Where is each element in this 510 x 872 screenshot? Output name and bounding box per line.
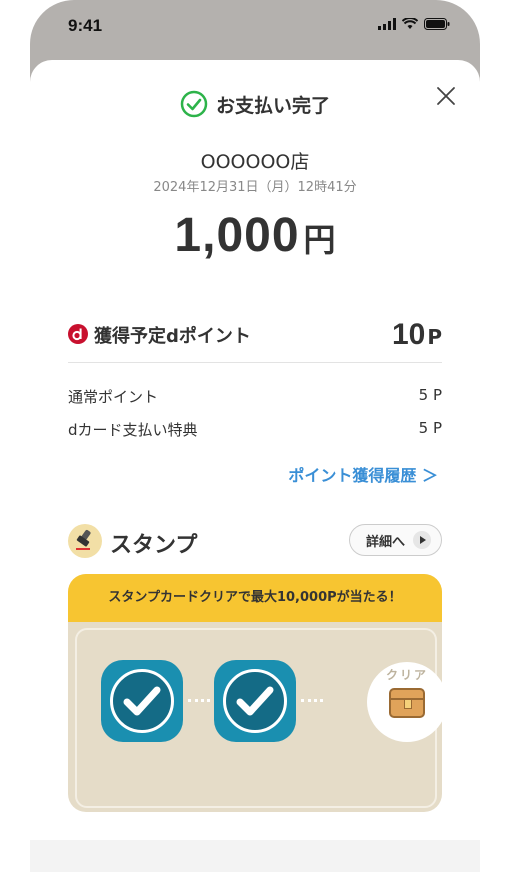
- points-header: 獲得予定dポイント 10 P: [68, 318, 442, 363]
- points-row-value: 5 P: [418, 419, 442, 437]
- stamp-detail-label: 詳細へ: [365, 534, 405, 550]
- payment-amount: 1,000 円: [30, 208, 480, 263]
- title-row: お支払い完了: [30, 90, 480, 118]
- payment-datetime: 2024年12月31日（月）12時41分: [153, 180, 357, 195]
- battery-icon: [424, 18, 450, 30]
- points-row-label: 通常ポイント: [68, 388, 159, 406]
- close-icon[interactable]: [434, 84, 458, 108]
- amount-value: 1,000: [174, 209, 300, 262]
- status-time: 9:41: [68, 16, 103, 35]
- status-icons: [378, 18, 450, 30]
- clear-label: クリア: [385, 668, 428, 682]
- d-point-logo-icon: [68, 324, 88, 344]
- treasure-chest-icon: [389, 688, 425, 718]
- stamp-header: スタンプ 詳細へ: [68, 524, 442, 560]
- stamp-collected-2: [214, 660, 296, 742]
- stamp-clear-reward: クリア: [367, 662, 442, 742]
- points-history-link[interactable]: ポイント獲得履歴 ＞: [288, 462, 438, 486]
- stamp-card: スタンプカードクリアで最大10,000Pが当たる！ クリア: [68, 574, 442, 812]
- points-total-value: 10: [391, 318, 426, 351]
- points-row-value: 5 P: [418, 386, 442, 404]
- points-total: 10 P: [392, 318, 442, 352]
- check-circle-icon: [180, 90, 208, 118]
- stamp-title: スタンプ: [110, 533, 198, 558]
- check-icon: [236, 686, 274, 716]
- stamp-collected-1: [101, 660, 183, 742]
- stamp-card-banner: スタンプカードクリアで最大10,000Pが当たる！: [68, 574, 442, 622]
- amount-currency: 円: [303, 221, 336, 259]
- stamp-connector: [188, 699, 210, 702]
- signal-icon: [378, 18, 396, 30]
- points-row-label: dカード支払い特典: [68, 421, 198, 439]
- points-row-dcard: dカード支払い特典 5 P: [68, 419, 442, 440]
- points-row-normal: 通常ポイント 5 P: [68, 386, 442, 407]
- page-title: お支払い完了: [215, 94, 330, 117]
- stamp-detail-button[interactable]: 詳細へ: [348, 524, 442, 556]
- points-total-unit: P: [427, 325, 442, 349]
- check-icon: [123, 686, 161, 716]
- stamp-icon: [68, 524, 102, 558]
- phone-frame: 9:41 お支払い完了 OOOOOO店 2024年12月31日（月）12時41分…: [30, 0, 480, 872]
- play-icon: [413, 531, 431, 549]
- store-name: OOOOOO店: [200, 151, 310, 173]
- bottom-strip: [30, 840, 480, 872]
- status-bar: 9:41: [30, 0, 480, 56]
- stamp-connector: [301, 699, 323, 702]
- points-label: 獲得予定dポイント: [94, 326, 251, 347]
- wifi-icon: [402, 18, 418, 29]
